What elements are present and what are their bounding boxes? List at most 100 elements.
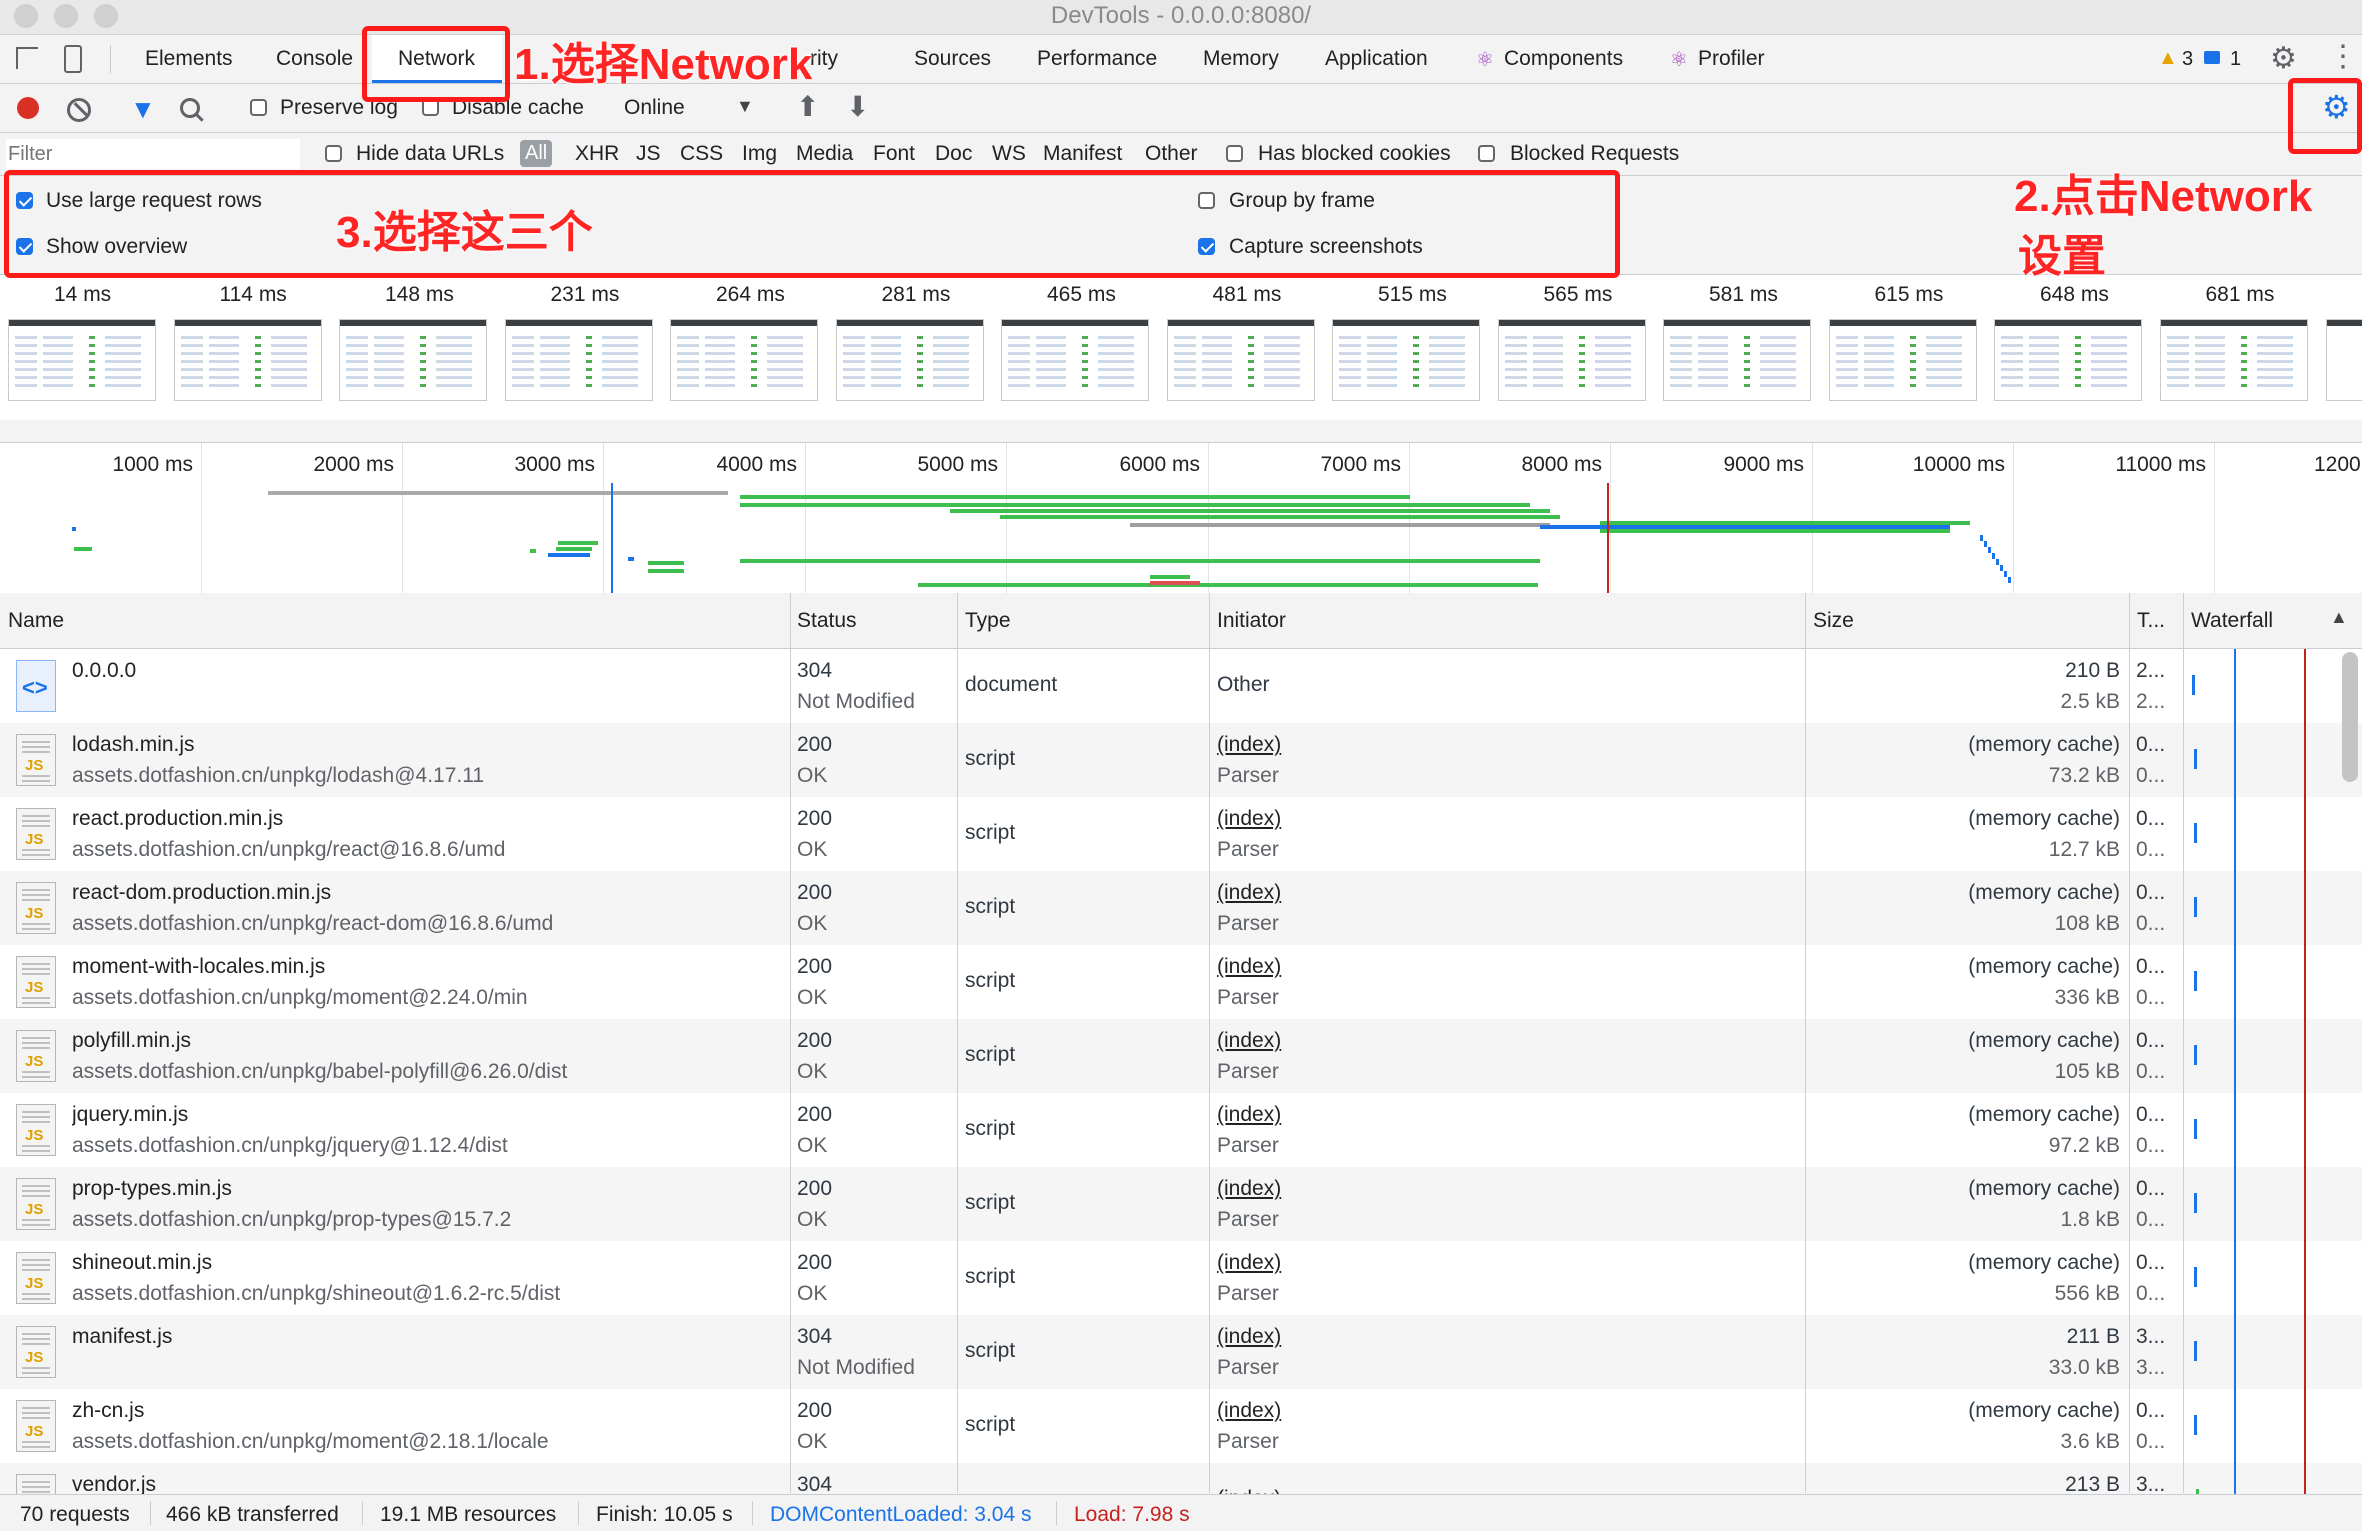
column-header-initiator[interactable]: Initiator xyxy=(1217,609,1286,633)
request-row[interactable]: JS react-dom.production.min.js assets.dotf… xyxy=(0,871,2362,945)
filter-type-other[interactable]: Other xyxy=(1145,142,1198,166)
column-header-type[interactable]: Type xyxy=(965,609,1011,633)
preserve-log-checkbox[interactable] xyxy=(250,99,267,116)
chevron-down-icon[interactable]: ▼ xyxy=(736,96,754,117)
request-initiator[interactable]: (index) xyxy=(1217,955,1797,979)
filter-type-xhr[interactable]: XHR xyxy=(575,142,619,166)
column-divider[interactable] xyxy=(1805,593,1806,1493)
request-name[interactable]: lodash.min.js xyxy=(72,733,782,757)
tab-sources[interactable]: Sources xyxy=(914,47,991,71)
filter-icon[interactable]: ▼ xyxy=(130,94,156,125)
filter-type-ws[interactable]: WS xyxy=(992,142,1026,166)
blocked-requests-label[interactable]: Blocked Requests xyxy=(1510,142,1679,166)
tab-components[interactable]: Components xyxy=(1504,47,1623,71)
inspect-element-icon[interactable] xyxy=(16,47,38,69)
filter-type-font[interactable]: Font xyxy=(873,142,915,166)
request-initiator[interactable]: (index) xyxy=(1217,1399,1797,1423)
column-divider[interactable] xyxy=(790,593,791,1493)
request-row[interactable]: JS react.production.min.js assets.dotfashi… xyxy=(0,797,2362,871)
request-row[interactable]: JS manifest.js 304 Not Modified script (index… xyxy=(0,1315,2362,1389)
column-header-size[interactable]: Size xyxy=(1813,609,1854,633)
request-row[interactable]: JS moment-with-locales.min.js assets.dotfa… xyxy=(0,945,2362,1019)
column-divider[interactable] xyxy=(2183,593,2184,1493)
request-initiator[interactable]: (index) xyxy=(1217,1103,1797,1127)
request-initiator[interactable]: (index) xyxy=(1217,1325,1797,1349)
request-name[interactable]: zh-cn.js xyxy=(72,1399,782,1423)
filter-type-css[interactable]: CSS xyxy=(680,142,723,166)
screenshot-frame[interactable] xyxy=(504,319,653,401)
device-toolbar-icon[interactable] xyxy=(64,45,82,73)
request-initiator[interactable]: (index) xyxy=(1217,881,1797,905)
blocked-requests-checkbox[interactable] xyxy=(1478,145,1495,162)
request-name[interactable]: shineout.min.js xyxy=(72,1251,782,1275)
column-header-waterfall[interactable]: Waterfall xyxy=(2191,609,2273,633)
filter-type-doc[interactable]: Doc xyxy=(935,142,972,166)
overview-timeline[interactable]: 1000 ms 2000 ms 3000 ms 4000 ms 5000 ms 6000 … xyxy=(0,442,2362,594)
request-name[interactable]: 0.0.0.0 xyxy=(72,659,782,683)
screenshot-frame[interactable] xyxy=(339,319,487,401)
tab-profiler[interactable]: Profiler xyxy=(1698,47,1765,71)
filter-type-manifest[interactable]: Manifest xyxy=(1043,142,1122,166)
screenshot-frame[interactable] xyxy=(670,319,818,401)
screenshot-frame[interactable] xyxy=(1332,319,1480,401)
tab-console[interactable]: Console xyxy=(276,47,353,71)
request-row[interactable]: JS lodash.min.js assets.dotfashion.cn/unpk… xyxy=(0,723,2362,797)
request-row[interactable]: JS jquery.min.js assets.dotfashion.cn/unpk… xyxy=(0,1093,2362,1167)
request-row[interactable]: <> 0.0.0.0 304 Not Modified document Other 210… xyxy=(0,649,2362,723)
screenshot-frame[interactable] xyxy=(1166,319,1315,401)
warning-count[interactable]: 3 xyxy=(2182,48,2193,71)
screenshot-frame[interactable] xyxy=(2326,319,2362,401)
screenshot-frame[interactable] xyxy=(173,319,322,401)
devtools-settings-gear-icon[interactable]: ⚙ xyxy=(2270,41,2297,76)
screenshot-frame[interactable] xyxy=(835,319,984,401)
hide-data-urls-label[interactable]: Hide data URLs xyxy=(356,142,504,166)
screenshot-frame[interactable] xyxy=(2159,319,2308,401)
filter-type-all[interactable]: All xyxy=(520,140,553,167)
request-name[interactable]: prop-types.min.js xyxy=(72,1177,782,1201)
hide-data-urls-checkbox[interactable] xyxy=(325,145,342,162)
request-row[interactable]: JS prop-types.min.js assets.dotfashion.cn/… xyxy=(0,1167,2362,1241)
screenshot-frame[interactable] xyxy=(8,319,156,401)
import-har-icon[interactable]: ⬆ xyxy=(796,90,819,123)
request-row[interactable]: JS zh-cn.js assets.dotfashion.cn/unpkg/mom… xyxy=(0,1389,2362,1463)
request-row[interactable]: JS shineout.min.js assets.dotfashion.cn/un… xyxy=(0,1241,2362,1315)
column-header-status[interactable]: Status xyxy=(797,609,857,633)
has-blocked-cookies-checkbox[interactable] xyxy=(1226,145,1243,162)
screenshot-frame[interactable] xyxy=(1994,319,2142,401)
column-divider[interactable] xyxy=(2129,593,2130,1493)
tab-security[interactable]: rity xyxy=(810,47,838,71)
table-scrollbar[interactable] xyxy=(2342,652,2358,782)
warning-icon[interactable]: ▲ xyxy=(2158,47,2178,70)
request-initiator[interactable]: (index) xyxy=(1217,1029,1797,1053)
filter-type-js[interactable]: JS xyxy=(636,142,661,166)
request-name[interactable]: moment-with-locales.min.js xyxy=(72,955,782,979)
has-blocked-cookies-label[interactable]: Has blocked cookies xyxy=(1258,142,1451,166)
screenshot-frame[interactable] xyxy=(1497,319,1646,401)
filter-type-img[interactable]: Img xyxy=(742,142,777,166)
column-header-time[interactable]: T... xyxy=(2137,609,2165,633)
tab-performance[interactable]: Performance xyxy=(1037,47,1157,71)
screenshot-frame[interactable] xyxy=(1828,319,1977,401)
tab-application[interactable]: Application xyxy=(1325,47,1428,71)
request-initiator[interactable]: (index) xyxy=(1217,807,1797,831)
request-initiator[interactable]: (index) xyxy=(1217,1251,1797,1275)
request-name[interactable]: polyfill.min.js xyxy=(72,1029,782,1053)
request-initiator[interactable]: (index) xyxy=(1217,733,1797,757)
export-har-icon[interactable]: ⬇ xyxy=(846,90,869,123)
screenshot-frame[interactable] xyxy=(1001,319,1149,401)
column-divider[interactable] xyxy=(1209,593,1210,1493)
screenshot-frame[interactable] xyxy=(1663,319,1811,401)
more-options-icon[interactable]: ⋮ xyxy=(2328,39,2358,74)
column-divider[interactable] xyxy=(957,593,958,1493)
request-row[interactable]: JS polyfill.min.js assets.dotfashion.cn/un… xyxy=(0,1019,2362,1093)
tab-elements[interactable]: Elements xyxy=(145,47,233,71)
filter-type-media[interactable]: Media xyxy=(796,142,853,166)
throttling-select[interactable]: Online xyxy=(624,96,685,120)
message-count[interactable]: 1 xyxy=(2230,48,2241,71)
column-header-name[interactable]: Name xyxy=(8,609,64,633)
tab-memory[interactable]: Memory xyxy=(1203,47,1279,71)
filter-input[interactable] xyxy=(6,139,300,169)
request-name[interactable]: react-dom.production.min.js xyxy=(72,881,782,905)
request-name[interactable]: jquery.min.js xyxy=(72,1103,782,1127)
record-button[interactable] xyxy=(17,97,39,119)
